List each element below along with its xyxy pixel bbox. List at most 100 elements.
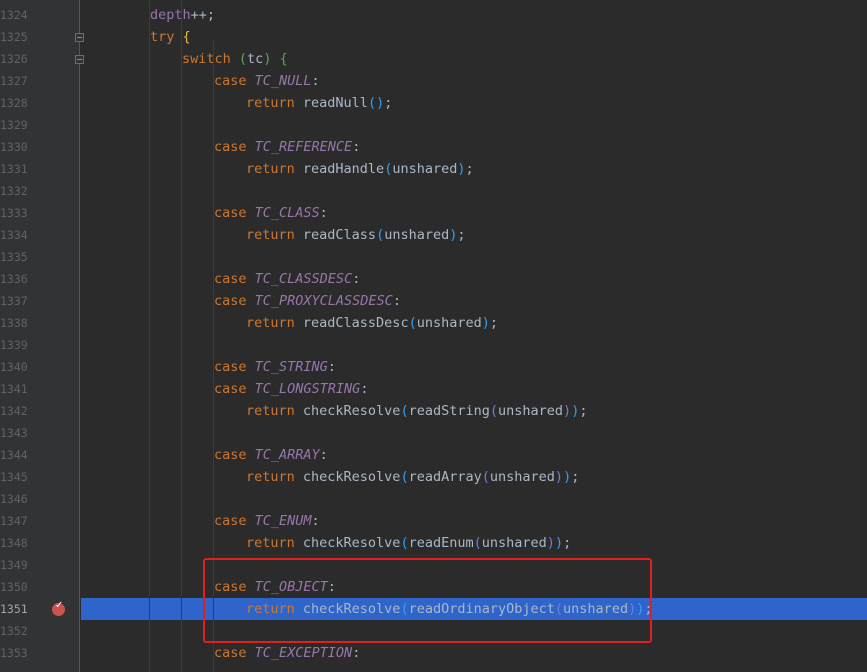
code-token: checkResolve [302,403,401,419]
code-line[interactable]: case TC_EXCEPTION: [214,642,360,664]
line-number[interactable]: 1337 [0,290,30,312]
code-token: ( [376,227,385,243]
code-token: ; [579,403,588,419]
code-token: return [246,315,303,331]
code-token: readHandle [302,161,385,177]
code-token: TC_CLASSDESC [254,271,353,287]
code-token: TC_ENUM [254,513,312,529]
code-line[interactable]: case TC_LONGSTRING: [214,378,368,400]
code-token: unshared [416,315,482,331]
code-token: try [150,29,183,45]
code-token: ) [563,403,572,419]
code-line[interactable]: return checkResolve(readEnum(unshared)); [246,532,571,554]
code-line[interactable]: return checkResolve(readArray(unshared))… [246,466,579,488]
code-line[interactable]: case TC_REFERENCE: [214,136,360,158]
code-token: case [214,293,255,309]
line-number[interactable]: 1331 [0,158,30,180]
code-token: case [214,447,255,463]
line-number[interactable]: 1347 [0,510,30,532]
breakpoint-icon[interactable]: ✓ [52,600,65,616]
code-line[interactable]: case TC_CLASSDESC: [214,268,360,290]
line-number[interactable]: 1332 [0,180,30,202]
code-token: : [311,73,320,89]
code-token: TC_CLASS [254,205,320,221]
line-number[interactable]: 1348 [0,532,30,554]
line-number[interactable]: 1328 [0,92,30,114]
code-line[interactable]: return readClassDesc(unshared); [246,312,498,334]
line-number[interactable]: 1352 [0,620,30,642]
code-token: case [214,513,255,529]
code-line[interactable]: case TC_STRING: [214,356,336,378]
line-number[interactable]: 1325 [0,26,30,48]
code-token: ( [481,469,490,485]
code-token: checkResolve [302,535,401,551]
line-number[interactable]: 1324 [0,4,30,26]
code-line[interactable]: depth++; [150,4,215,26]
code-token: ) [554,535,564,551]
code-token: case [214,139,255,155]
code-token: : [311,513,320,529]
code-line[interactable]: return readHandle(unshared); [246,158,474,180]
line-number[interactable]: 1345 [0,466,30,488]
indent-guide [181,0,182,672]
code-token: case [214,73,255,89]
line-number[interactable]: 1349 [0,554,30,576]
line-number[interactable]: 1326 [0,48,30,70]
line-number[interactable]: 1342 [0,400,30,422]
code-line[interactable]: case TC_CLASS: [214,202,328,224]
code-line[interactable]: try { [150,26,191,48]
fold-marker-icon[interactable] [75,33,84,42]
code-token: : [319,447,328,463]
line-number[interactable]: 1343 [0,422,30,444]
line-number[interactable]: 1327 [0,70,30,92]
code-token: ) [563,469,572,485]
code-line[interactable]: case TC_ARRAY: [214,444,328,466]
code-token: TC_NULL [254,73,312,89]
line-number[interactable]: 1329 [0,114,30,136]
line-number[interactable]: 1353 [0,642,30,664]
code-token: case [214,359,255,375]
code-line[interactable]: return readClass(unshared); [246,224,466,246]
code-token: : [360,381,369,397]
code-token: tc [247,51,264,67]
code-token: ) [457,161,466,177]
code-token: ) [554,469,564,485]
breakpoint-check-glyph: ✓ [55,600,64,611]
code-token: return [246,95,303,111]
code-token: : [327,359,336,375]
code-token: case [214,271,255,287]
code-token: TC_PROXYCLASSDESC [254,293,393,309]
code-token: case [214,645,255,661]
fold-marker-icon[interactable] [75,55,84,64]
line-number[interactable]: 1334 [0,224,30,246]
code-token: readClassDesc [302,315,409,331]
code-token: () [367,95,385,111]
line-number[interactable]: 1340 [0,356,30,378]
code-line[interactable]: return checkResolve(readString(unshared)… [246,400,587,422]
code-token: TC_ARRAY [254,447,320,463]
line-number-gutter[interactable]: 1324 1325 1326 1327 1328 1329 1330 1331 1332 1333… [0,0,80,672]
code-token: readNull [302,95,368,111]
line-number[interactable]: 1338 [0,312,30,334]
code-token: checkResolve [302,469,401,485]
code-line[interactable]: return readNull(); [246,92,392,114]
code-line[interactable]: case TC_PROXYCLASSDESC: [214,290,401,312]
line-number[interactable]: 1336 [0,268,30,290]
code-token: ( [400,469,409,485]
line-number[interactable]: 1341 [0,378,30,400]
line-number[interactable]: 1333 [0,202,30,224]
line-number[interactable]: 1350 [0,576,30,598]
code-token: ( [400,535,409,551]
line-number[interactable]: 1351 [0,598,30,620]
line-number[interactable]: 1330 [0,136,30,158]
code-line[interactable]: case TC_NULL: [214,70,320,92]
line-number[interactable]: 1344 [0,444,30,466]
code-token: ; [384,95,393,111]
code-line[interactable]: switch (tc) { [182,48,288,70]
code-token: TC_EXCEPTION [254,645,353,661]
code-line[interactable]: case TC_ENUM: [214,510,320,532]
line-number[interactable]: 1346 [0,488,30,510]
line-number[interactable]: 1335 [0,246,30,268]
line-number[interactable]: 1339 [0,334,30,356]
